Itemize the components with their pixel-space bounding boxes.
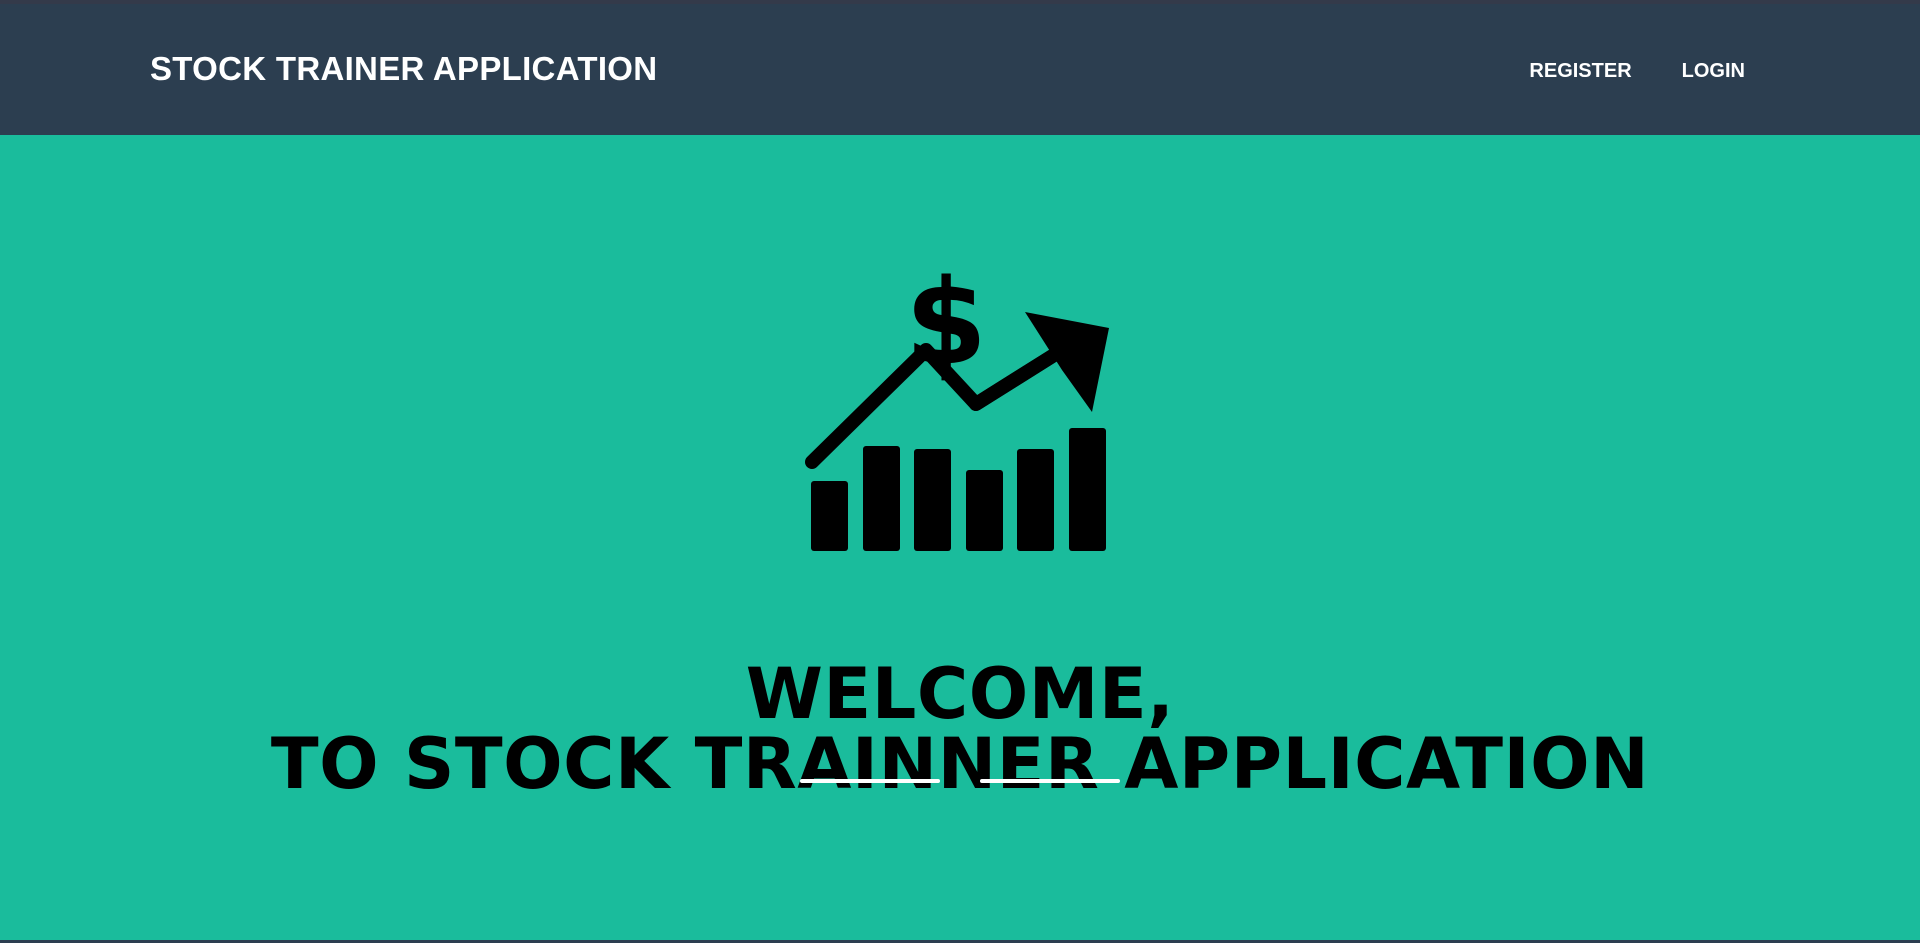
divider-left <box>800 779 940 783</box>
nav-links: REGISTER LOGIN <box>1529 60 1745 83</box>
stock-growth-dollar-icon: $ <box>805 253 1109 551</box>
welcome-heading-line1: WELCOME, <box>745 652 1175 735</box>
divider-right <box>980 779 1120 783</box>
brand-link[interactable]: STOCK TRAINER APPLICATION <box>150 50 657 88</box>
login-link[interactable]: LOGIN <box>1682 60 1745 83</box>
navbar: STOCK TRAINER APPLICATION REGISTER LOGIN <box>0 0 1920 135</box>
register-link[interactable]: REGISTER <box>1529 60 1631 83</box>
welcome-heading: WELCOME, TO STOCK TRAINNER APPLICATION <box>0 659 1920 799</box>
welcome-heading-line2: TO STOCK TRAINNER APPLICATION <box>270 722 1650 805</box>
hero-section: $ WELCOME, TO STOCK TRAINNER APPLICATION <box>0 135 1920 940</box>
